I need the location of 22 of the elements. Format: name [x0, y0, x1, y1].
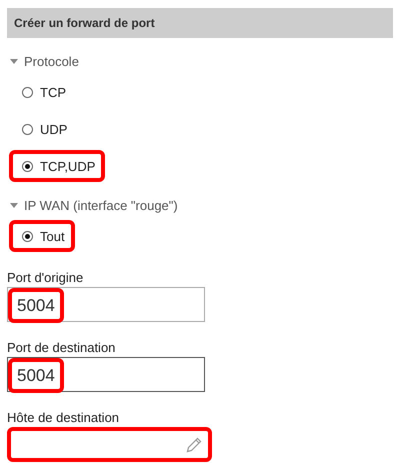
caret-icon[interactable]	[10, 202, 18, 208]
input-field[interactable]: 5004	[7, 287, 205, 322]
radio-button[interactable]	[22, 160, 33, 172]
field-label: Port de destination	[7, 340, 116, 355]
caret-icon[interactable]	[10, 58, 18, 64]
field-label: Port d'origine	[7, 270, 84, 285]
input-field[interactable]: 5004	[7, 357, 205, 392]
option-label: TCP,UDP	[40, 158, 96, 174]
input-field[interactable]	[7, 427, 212, 462]
option-label: UDP	[40, 122, 68, 136]
field-value: 5004	[8, 358, 64, 393]
panel-title: Créer un forward de port	[7, 8, 393, 38]
radio-button[interactable]	[22, 124, 33, 134]
field-value: 5004	[8, 288, 64, 323]
section-title: IP WAN (interface "rouge")	[24, 198, 178, 212]
option-label: Tout	[40, 228, 65, 244]
radio-button[interactable]	[22, 86, 33, 98]
section-title: Protocole	[24, 54, 79, 68]
option-label: TCP	[40, 84, 66, 100]
radio-button[interactable]	[22, 230, 33, 242]
field-label: Hôte de destination	[7, 410, 120, 425]
pencil-icon[interactable]	[186, 436, 202, 452]
